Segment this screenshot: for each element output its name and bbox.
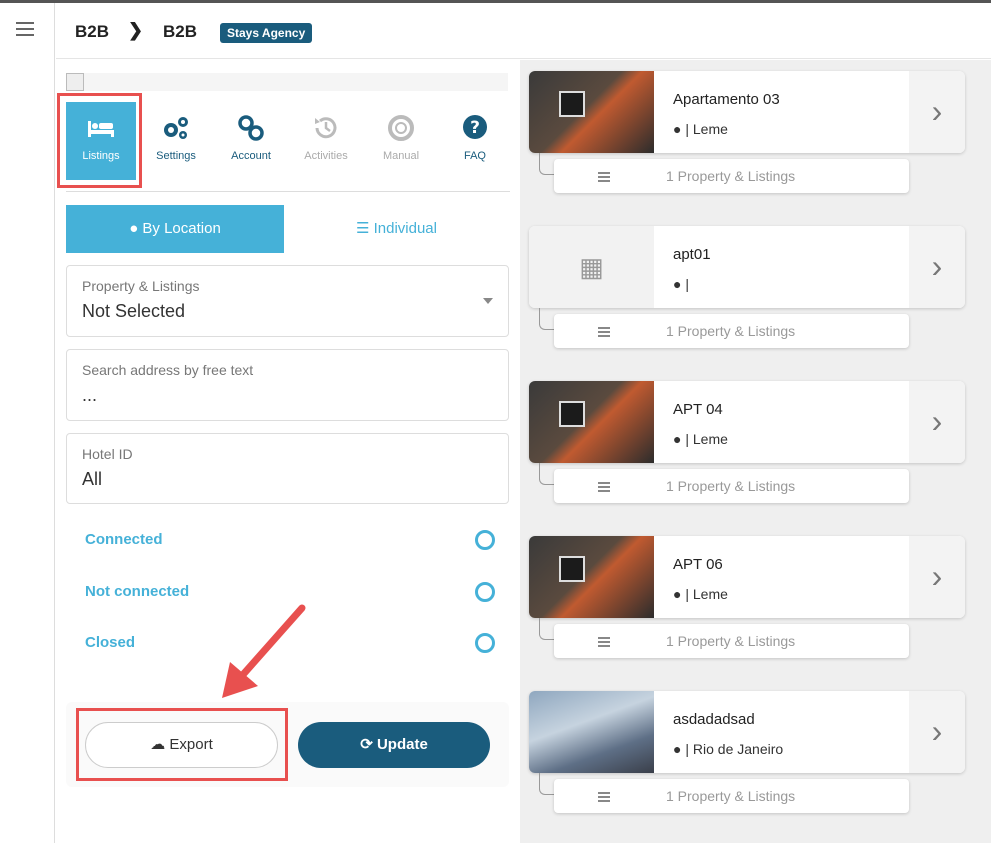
- annotation-arrow-icon: [222, 604, 306, 698]
